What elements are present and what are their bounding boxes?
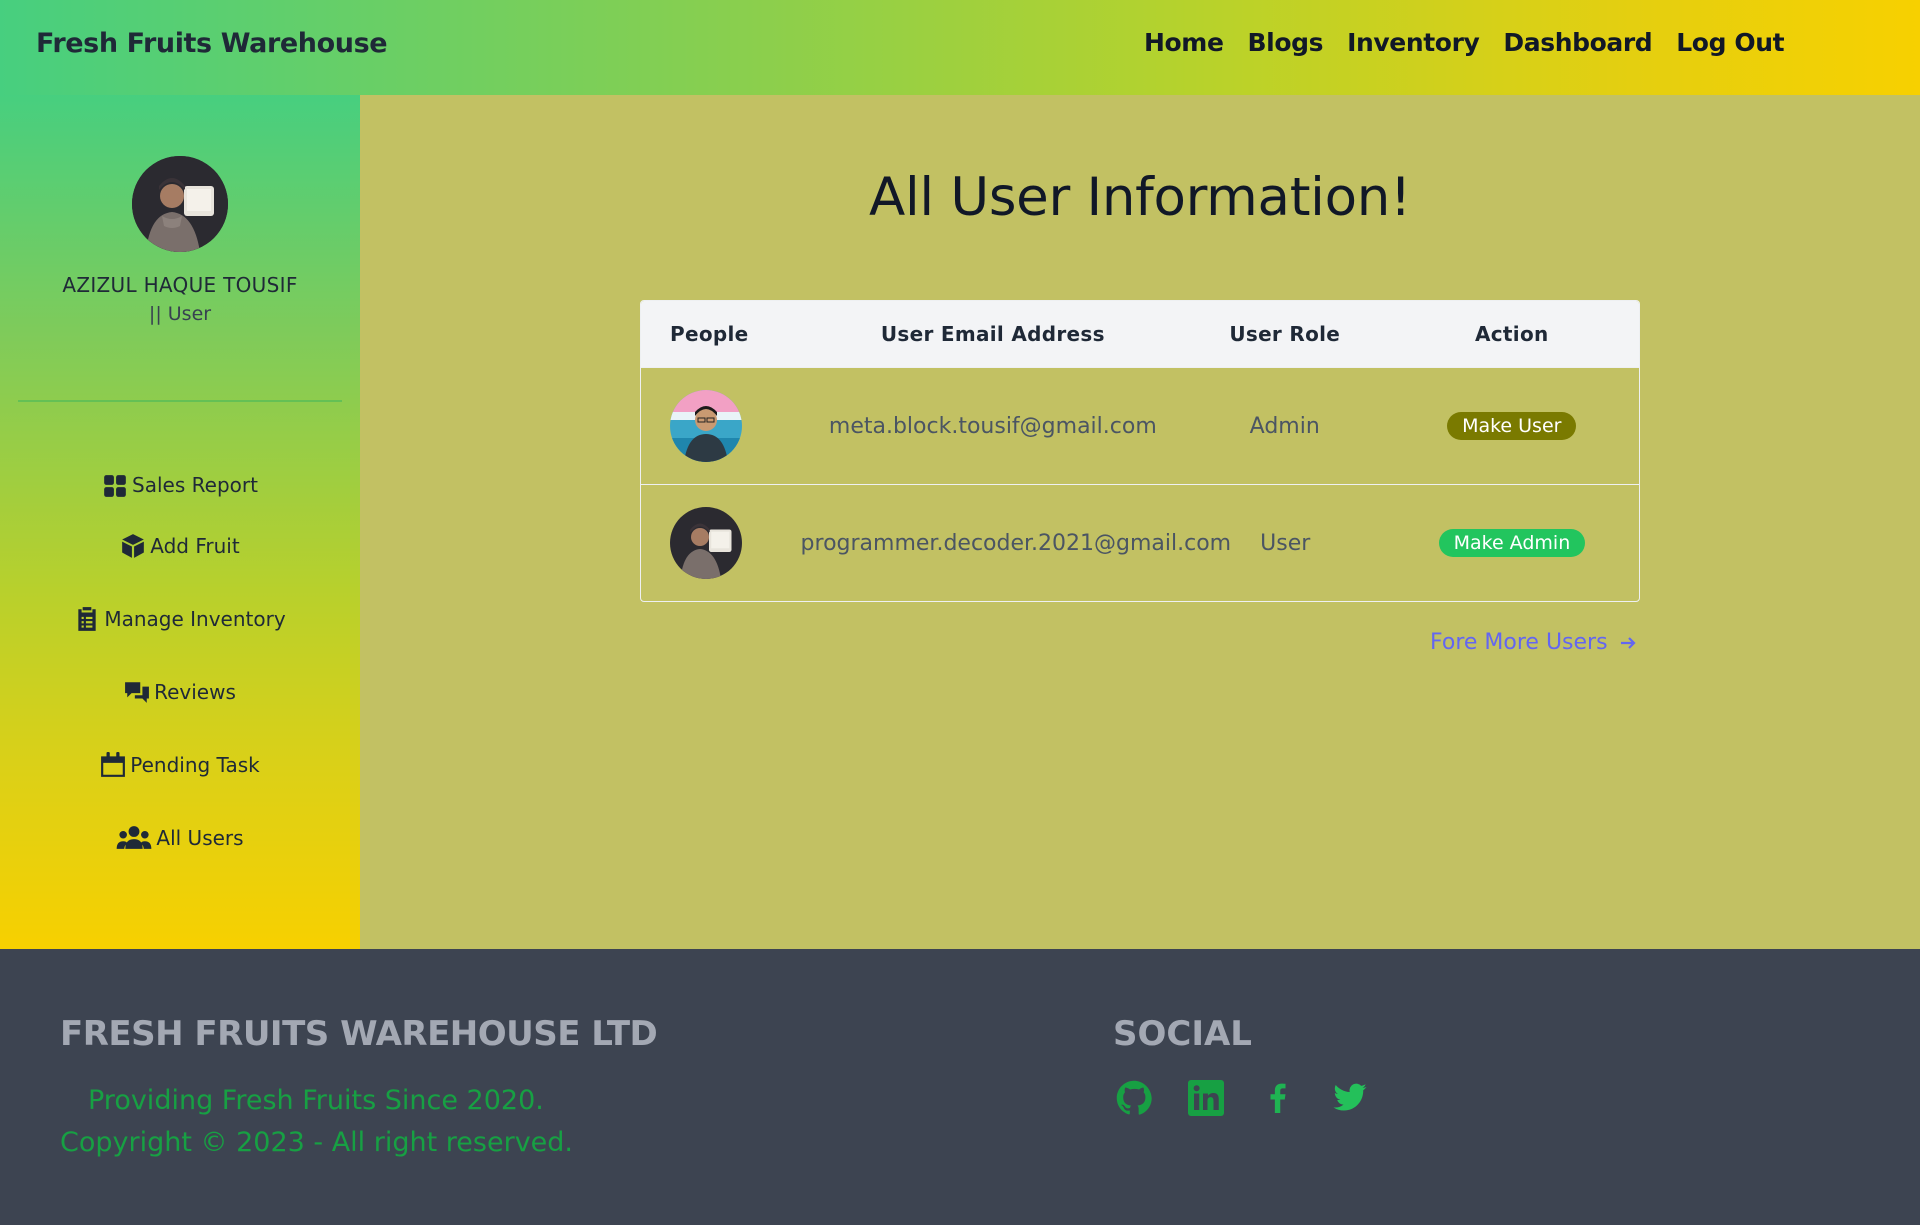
header-people: People — [670, 322, 749, 346]
nav-logout-link[interactable]: Log Out — [1676, 28, 1784, 57]
table-row: programmer.decoder.2021@gmail.com User M… — [641, 484, 1639, 601]
social-title: SOCIAL — [1113, 1014, 1252, 1054]
social-links — [1116, 1080, 1368, 1116]
users-table: People User Email Address User Role Acti… — [640, 300, 1640, 602]
profile-avatar — [132, 156, 228, 252]
github-icon[interactable] — [1116, 1080, 1152, 1116]
sidebar-item-label: Manage Inventory — [104, 606, 286, 631]
make-user-button[interactable]: Make User — [1447, 412, 1577, 440]
clipboard-icon — [78, 606, 96, 631]
sidebar-divider — [18, 400, 342, 402]
sidebar-item-manage-inventory[interactable]: Manage Inventory — [0, 582, 360, 655]
header-action: Action — [1475, 322, 1549, 346]
main-content: All User Information! People User Email … — [360, 95, 1920, 949]
table-row: meta.block.tousif@gmail.com Admin Make U… — [641, 367, 1639, 484]
sidebar-item-pending-task[interactable]: Pending Task — [0, 728, 360, 801]
nav-links: Home Blogs Inventory Dashboard Log Out — [1144, 28, 1785, 57]
more-users-link[interactable]: Fore More Users — [1430, 630, 1638, 655]
sidebar-item-label: Add Fruit — [150, 533, 240, 558]
nav-inventory-link[interactable]: Inventory — [1347, 28, 1480, 57]
twitter-icon[interactable] — [1332, 1080, 1368, 1116]
profile-role: || User — [148, 303, 212, 325]
nav-home-link[interactable]: Home — [1144, 28, 1224, 57]
table-header: People User Email Address User Role Acti… — [641, 301, 1639, 367]
box-icon — [122, 533, 145, 558]
nav-blogs-link[interactable]: Blogs — [1248, 28, 1324, 57]
sidebar-item-label: Reviews — [154, 679, 236, 704]
user-email: programmer.decoder.2021@gmail.com — [800, 530, 1232, 556]
arrow-right-icon — [1620, 636, 1636, 649]
sidebar-item-label: All Users — [156, 825, 244, 850]
header-role: User Role — [1229, 322, 1341, 346]
calendar-icon — [101, 751, 126, 777]
facebook-icon[interactable] — [1260, 1080, 1296, 1116]
sidebar-item-label: Pending Task — [130, 752, 260, 777]
footer-copyright: Copyright © 2023 - All right reserved. — [60, 1127, 573, 1158]
sidebar-item-label: Sales Report — [132, 473, 258, 497]
header-email: User Email Address — [880, 322, 1105, 346]
grid-icon — [104, 475, 126, 497]
dashboard-sidebar: AZIZUL HAQUE TOUSIF || User Sales Report… — [0, 95, 360, 949]
users-icon — [117, 825, 152, 849]
sidebar-menu: Sales Report Add Fruit Manage Inventory … — [0, 473, 360, 874]
user-role: User — [1260, 530, 1311, 556]
sidebar-item-all-users[interactable]: All Users — [0, 801, 360, 874]
sidebar-item-reviews[interactable]: Reviews — [0, 655, 360, 728]
comments-icon — [125, 681, 150, 703]
user-avatar — [670, 390, 742, 462]
footer-brand: FRESH FRUITS WAREHOUSE LTD — [60, 1014, 658, 1054]
sidebar-item-sales-report[interactable]: Sales Report — [0, 473, 360, 509]
site-footer: FRESH FRUITS WAREHOUSE LTD Providing Fre… — [0, 949, 1920, 1225]
user-role: Admin — [1249, 413, 1320, 439]
make-admin-button[interactable]: Make Admin — [1438, 529, 1586, 557]
profile-name: AZIZUL HAQUE TOUSIF — [62, 273, 298, 297]
top-navbar: Fresh Fruits Warehouse Home Blogs Invent… — [0, 0, 1920, 95]
nav-dashboard-link[interactable]: Dashboard — [1503, 28, 1652, 57]
more-users-label: Fore More Users — [1430, 630, 1608, 655]
sidebar-item-add-fruit[interactable]: Add Fruit — [0, 509, 360, 582]
linkedin-icon[interactable] — [1188, 1080, 1224, 1116]
brand-title[interactable]: Fresh Fruits Warehouse — [36, 28, 388, 59]
user-email: meta.block.tousif@gmail.com — [828, 413, 1157, 439]
page-title: All User Information! — [869, 167, 1411, 228]
footer-tagline: Providing Fresh Fruits Since 2020. — [88, 1085, 544, 1116]
user-avatar — [670, 507, 742, 579]
